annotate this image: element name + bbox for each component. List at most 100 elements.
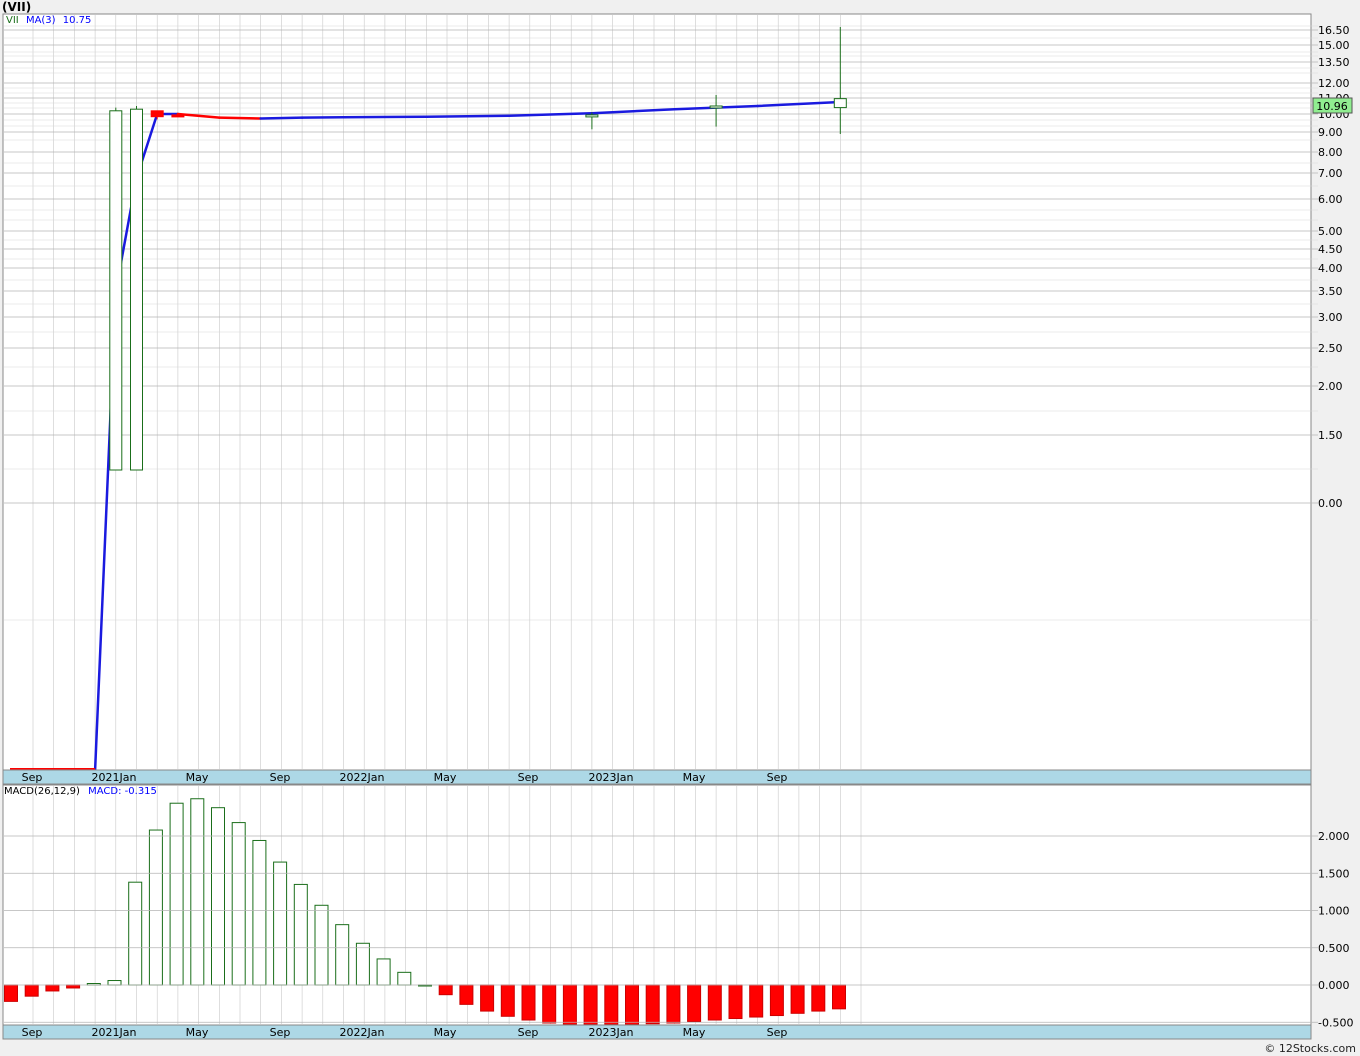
price-x-tick-label: Sep	[270, 771, 291, 784]
macd-x-tick-label: May	[683, 1026, 706, 1039]
macd-bar	[314, 904, 329, 986]
price-x-tick-label: Sep	[767, 771, 788, 784]
macd-bar	[811, 984, 826, 1012]
macd-y-tick-label: 1.500	[1318, 867, 1350, 880]
candle-body	[150, 110, 164, 118]
macd-x-tick-label: May	[434, 1026, 457, 1039]
macd-legend-label: MACD(26,12,9)	[4, 786, 80, 797]
macd-bar	[625, 984, 639, 1025]
candle-body	[709, 105, 723, 109]
price-y-tick-label: 1.50	[1318, 429, 1343, 442]
macd-x-tick-label: May	[186, 1026, 209, 1039]
price-y-tick-label: 6.00	[1318, 193, 1343, 206]
macd-bar	[790, 984, 805, 1014]
macd-bar	[438, 984, 453, 996]
price-y-tick-label: 12.00	[1318, 77, 1350, 90]
macd-bar	[231, 822, 246, 986]
macd-bar	[293, 883, 308, 986]
ma-line-segment	[425, 114, 511, 118]
macd-legend-value: MACD: -0.315	[88, 786, 157, 797]
price-x-tick-label: 2022Jan	[340, 771, 385, 784]
macd-bar	[769, 984, 784, 1017]
macd-bar	[832, 984, 846, 1010]
macd-bar	[500, 984, 515, 1017]
price-y-tick-label: 3.00	[1318, 311, 1343, 324]
legend-symbol: VII	[6, 15, 19, 26]
stock-chart: 16.5015.0013.5012.0011.0010.009.008.007.…	[0, 0, 1360, 1056]
macd-x-tick-label: Sep	[518, 1026, 539, 1039]
price-x-tick-label: Sep	[22, 771, 43, 784]
macd-bar	[107, 980, 122, 986]
macd-bar	[728, 984, 743, 1020]
chart-title: (VII)	[2, 0, 32, 14]
macd-bar	[521, 984, 536, 1021]
macd-y-tick-label: 0.000	[1318, 979, 1350, 992]
macd-x-tick-label: 2021Jan	[92, 1026, 137, 1039]
price-x-tick-label: 2021Jan	[92, 771, 137, 784]
price-y-tick-label: 4.50	[1318, 243, 1343, 256]
macd-x-tick-label: 2022Jan	[340, 1026, 385, 1039]
macd-bar	[128, 881, 143, 986]
price-y-tick-label: 0.00	[1318, 497, 1343, 510]
macd-bar	[583, 984, 598, 1025]
price-y-tick-label: 5.00	[1318, 225, 1343, 238]
price-y-tick-label: 9.00	[1318, 126, 1343, 139]
macd-bar	[45, 984, 60, 992]
footer-copyright: © 12Stocks.com	[1264, 1042, 1356, 1055]
price-y-tick-label: 4.00	[1318, 262, 1343, 275]
price-panel	[2, 13, 1312, 771]
macd-bar	[542, 984, 557, 1024]
macd-bar	[687, 984, 702, 1023]
macd-bar	[169, 802, 184, 986]
macd-bar	[355, 942, 370, 986]
price-y-tick-label: 7.00	[1318, 167, 1343, 180]
price-y-tick-label: 2.00	[1318, 380, 1343, 393]
ma-line-segment	[259, 116, 304, 120]
price-legend: VII MA(3) 10.75	[6, 15, 91, 26]
macd-y-tick-label: 1.000	[1318, 905, 1350, 918]
price-x-tick-label: May	[683, 771, 706, 784]
macd-bar	[707, 984, 722, 1021]
macd-bar	[480, 984, 495, 1012]
macd-bar	[190, 798, 205, 986]
macd-bar	[252, 839, 267, 986]
macd-y-tick-label: -0.500	[1318, 1016, 1353, 1029]
macd-bar	[4, 984, 18, 1002]
price-y-tick-label: 15.00	[1318, 39, 1350, 52]
price-y-tick-label: 2.50	[1318, 342, 1343, 355]
candle-body	[109, 110, 123, 471]
macd-x-tick-label: 2023Jan	[589, 1026, 634, 1039]
macd-bar	[645, 984, 660, 1025]
ma-line-segment	[218, 116, 262, 120]
macd-y-tick-label: 0.500	[1318, 942, 1350, 955]
macd-bar	[397, 971, 412, 986]
price-y-tick-label: 3.50	[1318, 285, 1343, 298]
price-x-tick-label: 2023Jan	[589, 771, 634, 784]
macd-bar	[24, 984, 39, 997]
legend-ma-label: MA(3)	[25, 15, 56, 26]
macd-bar	[562, 984, 577, 1025]
macd-x-tick-label: Sep	[270, 1026, 291, 1039]
macd-y-tick-label: 2.000	[1318, 830, 1350, 843]
candle-body	[585, 114, 599, 118]
macd-bar	[666, 984, 681, 1024]
candle-body	[171, 114, 185, 118]
ma-line-segment	[342, 115, 428, 119]
macd-bar	[459, 984, 474, 1005]
price-x-tick-label: May	[434, 771, 457, 784]
candle-body	[833, 98, 847, 109]
price-y-tick-label: 13.50	[1318, 56, 1350, 69]
macd-bar	[604, 984, 619, 1025]
price-x-tick-label: Sep	[518, 771, 539, 784]
macd-bar	[376, 958, 391, 986]
macd-x-tick-label: Sep	[767, 1026, 788, 1039]
macd-x-tick-label: Sep	[22, 1026, 43, 1039]
price-y-tick-label: 8.00	[1318, 146, 1343, 159]
macd-bar	[749, 984, 764, 1018]
price-x-tick-label: May	[186, 771, 209, 784]
price-y-tick-label: 16.50	[1318, 24, 1350, 37]
macd-legend: MACD(26,12,9) MACD: -0.315	[4, 786, 157, 797]
macd-bar	[211, 807, 225, 986]
legend-ma-value: 10.75	[62, 15, 92, 26]
macd-bar	[66, 984, 81, 989]
